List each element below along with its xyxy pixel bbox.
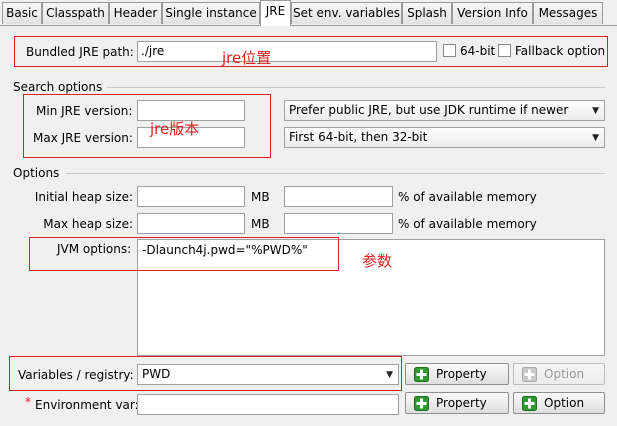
initial-heap-percent-label: % of available memory xyxy=(398,190,537,204)
chevron-down-icon: ▼ xyxy=(592,106,599,116)
tab-basic[interactable]: Basic xyxy=(2,2,42,24)
tab-splash[interactable]: Splash xyxy=(402,2,452,24)
variables-property-button[interactable]: Property xyxy=(405,363,509,385)
initial-heap-label: Initial heap size: xyxy=(34,190,133,204)
tab-header[interactable]: Header xyxy=(109,2,162,24)
bit64-label: 64-bit xyxy=(460,44,496,58)
search-options-title: Search options xyxy=(13,80,103,94)
plus-icon xyxy=(522,367,537,382)
chevron-down-icon: ▼ xyxy=(386,370,393,380)
plus-icon xyxy=(414,367,429,382)
tab-set-env-variables[interactable]: Set env. variables xyxy=(291,2,402,24)
tab-divider xyxy=(0,25,617,26)
initial-heap-percent-input[interactable] xyxy=(284,186,393,207)
plus-icon xyxy=(522,396,537,411)
variables-option-button[interactable]: Option xyxy=(513,363,605,385)
environment-var-input[interactable] xyxy=(137,394,399,415)
variables-option-label: Option xyxy=(544,367,585,381)
env-property-button[interactable]: Property xyxy=(405,392,509,414)
jre-arch-select[interactable]: First 64-bit, then 32-bit ▼ xyxy=(284,127,605,148)
max-heap-mb-unit: MB xyxy=(251,217,270,231)
variables-property-label: Property xyxy=(436,367,487,381)
max-heap-label: Max heap size: xyxy=(43,217,133,231)
bit64-checkbox[interactable] xyxy=(443,44,456,57)
max-heap-percent-label: % of available memory xyxy=(398,217,537,231)
tab-bar: Basic Classpath Header Single instance J… xyxy=(0,0,617,26)
jre-preference-select[interactable]: Prefer public JRE, but use JDK runtime i… xyxy=(284,100,605,121)
variables-registry-value: PWD xyxy=(142,367,171,381)
options-separator xyxy=(66,173,605,174)
env-property-label: Property xyxy=(436,396,487,410)
tab-version-info[interactable]: Version Info xyxy=(452,2,533,24)
initial-heap-mb-input[interactable] xyxy=(137,186,245,207)
bundled-jre-label: Bundled JRE path: xyxy=(26,45,134,59)
annotation-jre-location: jre位置 xyxy=(222,49,272,67)
initial-heap-mb-unit: MB xyxy=(251,190,270,204)
search-options-separator xyxy=(107,87,605,88)
bundled-jre-path-input[interactable]: ./jre xyxy=(137,41,437,62)
fallback-option-label: Fallback option xyxy=(515,44,606,58)
jvm-options-label: JVM options: xyxy=(57,242,132,256)
min-jre-version-label: Min JRE version: xyxy=(36,104,133,118)
options-title: Options xyxy=(13,166,60,180)
environment-var-label: Environment var: xyxy=(35,398,139,412)
max-jre-version-label: Max JRE version: xyxy=(33,131,133,145)
variables-registry-select[interactable]: PWD ▼ xyxy=(137,364,399,385)
tab-classpath[interactable]: Classpath xyxy=(42,2,109,24)
tab-jre[interactable]: JRE xyxy=(260,0,291,26)
max-heap-percent-input[interactable] xyxy=(284,213,393,234)
jre-arch-value: First 64-bit, then 32-bit xyxy=(289,130,428,144)
tab-messages[interactable]: Messages xyxy=(533,2,603,24)
annotation-params: 参数 xyxy=(362,252,393,270)
plus-icon xyxy=(414,396,429,411)
annotation-jre-version: jre版本 xyxy=(150,120,200,138)
required-asterisk: * xyxy=(25,395,31,409)
max-heap-mb-input[interactable] xyxy=(137,213,245,234)
chevron-down-icon: ▼ xyxy=(592,133,599,143)
min-jre-version-input[interactable] xyxy=(137,100,245,121)
env-option-label: Option xyxy=(544,396,585,410)
env-option-button[interactable]: Option xyxy=(513,392,605,414)
fallback-option-checkbox[interactable] xyxy=(498,44,511,57)
variables-registry-label: Variables / registry: xyxy=(18,368,134,382)
tab-single-instance[interactable]: Single instance xyxy=(162,2,260,24)
jre-preference-value: Prefer public JRE, but use JDK runtime i… xyxy=(289,103,569,117)
